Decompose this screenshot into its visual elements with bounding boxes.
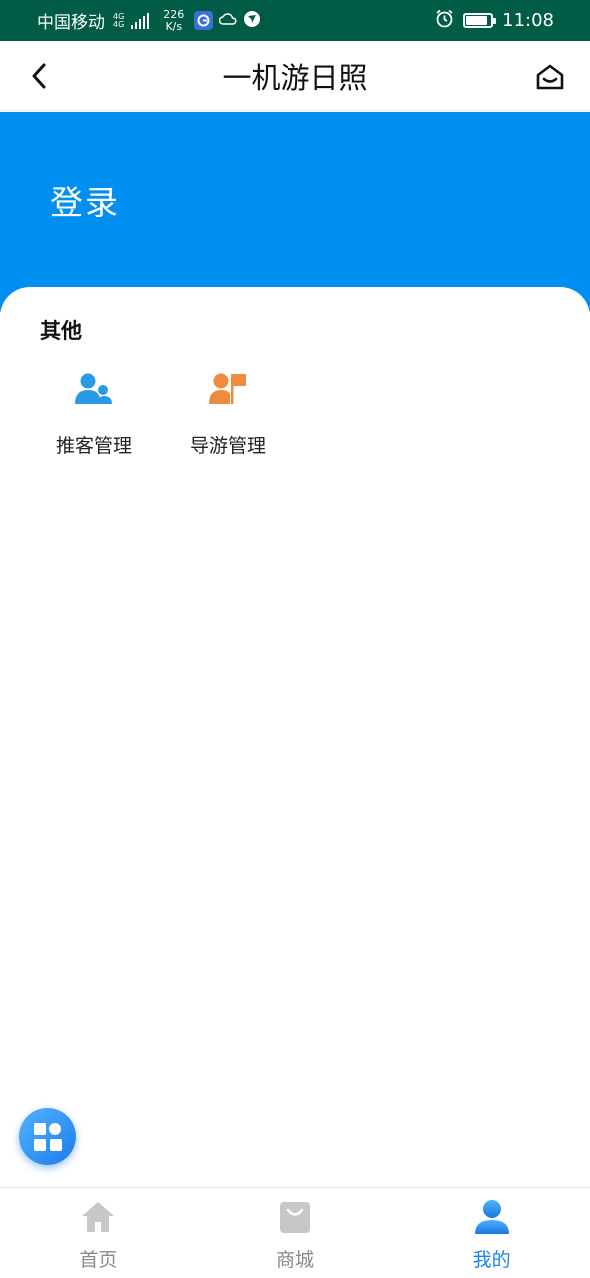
carrier-name: 中国移动: [37, 13, 105, 33]
tab-mine-label: 我的: [472, 1249, 511, 1271]
shopping-bag-icon: [275, 1197, 315, 1237]
weather-icon: [219, 11, 237, 30]
promoter-management-button[interactable]: 推客管理: [39, 367, 149, 458]
network-speed: 226 K/s: [163, 7, 185, 33]
users-icon: [72, 367, 116, 411]
home-outline-icon: [536, 64, 564, 90]
tab-home[interactable]: 首页: [0, 1188, 197, 1278]
bottom-tab-bar: 首页 商城 我的: [0, 1187, 590, 1278]
grid-apps-icon: [33, 1122, 62, 1151]
status-bar: 中国移动 4G 4G 226 K/s 11:08: [0, 0, 590, 41]
battery-icon: [463, 13, 497, 28]
profile-icon: [472, 1197, 512, 1237]
app-notification-icon: [194, 11, 214, 30]
tab-mall-label: 商城: [276, 1249, 315, 1271]
tab-home-label: 首页: [79, 1249, 118, 1271]
floating-menu-button[interactable]: [19, 1108, 76, 1165]
home-button[interactable]: [532, 59, 568, 95]
content-card: 其他 推客管理 导游管理: [0, 287, 590, 1187]
login-link[interactable]: 登录: [50, 176, 120, 224]
signal-icon: [131, 12, 150, 29]
guide-flag-icon: [206, 367, 250, 411]
network-type-2: 4G: [113, 19, 125, 29]
clock-time: 11:08: [502, 10, 554, 31]
home-icon: [78, 1197, 118, 1237]
guide-management-label: 导游管理: [189, 435, 266, 457]
battery-level: [466, 16, 487, 25]
profile-banner: 登录: [0, 112, 590, 312]
network-type: 4G 4G: [113, 12, 125, 29]
promoter-management-label: 推客管理: [55, 435, 132, 457]
tab-mall[interactable]: 商城: [197, 1188, 394, 1278]
section-title: 其他: [40, 319, 82, 343]
location-icon: [243, 10, 261, 32]
status-right: 11:08: [435, 0, 554, 41]
speed-unit: K/s: [165, 19, 183, 33]
status-left: 中国移动 4G 4G 226 K/s: [37, 0, 261, 41]
app-header: 一机游日照: [0, 41, 590, 111]
tab-mine[interactable]: 我的: [393, 1188, 590, 1278]
page-title: 一机游日照: [222, 61, 368, 95]
speed-value: 226: [163, 7, 185, 21]
guide-management-button[interactable]: 导游管理: [173, 367, 283, 458]
alarm-icon: [435, 9, 454, 32]
